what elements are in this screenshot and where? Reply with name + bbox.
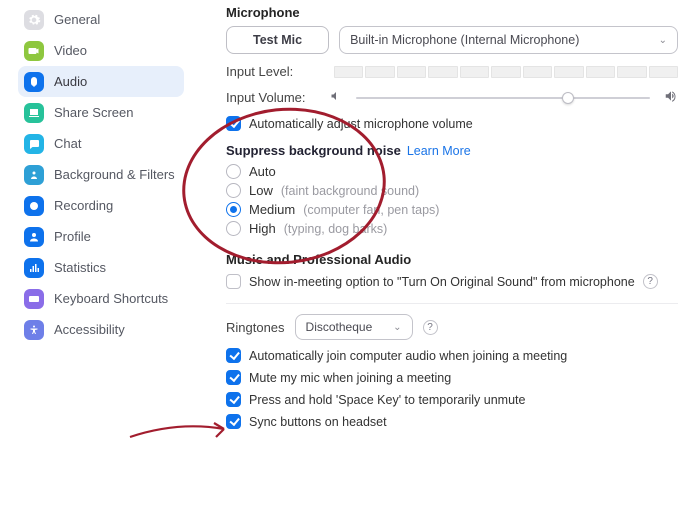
original-sound-checkbox[interactable] — [226, 274, 241, 289]
speaker-high-icon — [664, 89, 678, 106]
sidebar-item-label: Statistics — [54, 260, 106, 275]
noise-option-hint: (computer fan, pen taps) — [303, 203, 439, 217]
noise-option-label: Medium — [249, 202, 295, 217]
input-volume-label: Input Volume: — [226, 90, 316, 105]
ringtones-select[interactable]: Discotheque ⌄ — [295, 314, 413, 340]
audio-option-checkbox-2[interactable] — [226, 392, 241, 407]
noise-option-auto[interactable]: Auto — [226, 164, 678, 179]
noise-option-hint: (typing, dog barks) — [284, 222, 388, 236]
share-icon — [24, 103, 44, 123]
noise-option-high[interactable]: High (typing, dog barks) — [226, 221, 678, 236]
sidebar-item-label: Accessibility — [54, 322, 125, 337]
original-sound-label: Show in-meeting option to "Turn On Origi… — [249, 275, 635, 289]
noise-option-label: Low — [249, 183, 273, 198]
sidebar-item-label: Chat — [54, 136, 81, 151]
sidebar-item-audio[interactable]: Audio — [18, 66, 184, 97]
sidebar-item-label: Profile — [54, 229, 91, 244]
sidebar-item-label: Recording — [54, 198, 113, 213]
sidebar-item-statistics[interactable]: Statistics — [18, 252, 184, 283]
sidebar-item-accessibility[interactable]: Accessibility — [18, 314, 184, 345]
input-volume-slider[interactable] — [356, 97, 650, 99]
stats-icon — [24, 258, 44, 278]
radio[interactable] — [226, 183, 241, 198]
audio-settings-panel: Microphone Test Mic Built-in Microphone … — [196, 0, 700, 516]
chevron-down-icon: ⌄ — [659, 35, 667, 46]
sidebar-item-background-filters[interactable]: Background & Filters — [18, 159, 184, 190]
bg-icon — [24, 165, 44, 185]
sidebar-item-general[interactable]: General — [18, 4, 184, 35]
noise-option-hint: (faint background sound) — [281, 184, 419, 198]
sidebar-item-profile[interactable]: Profile — [18, 221, 184, 252]
sidebar-item-label: Video — [54, 43, 87, 58]
audio-option-row: Press and hold 'Space Key' to temporaril… — [226, 392, 678, 407]
help-icon[interactable]: ? — [423, 320, 438, 335]
sidebar-item-share-screen[interactable]: Share Screen — [18, 97, 184, 128]
ringtones-value: Discotheque — [306, 320, 373, 334]
audio-option-checkbox-1[interactable] — [226, 370, 241, 385]
suppress-noise-learn-more-link[interactable]: Learn More — [407, 144, 471, 158]
auto-adjust-mic-label: Automatically adjust microphone volume — [249, 117, 473, 131]
audio-option-checkbox-0[interactable] — [226, 348, 241, 363]
sidebar-item-label: Audio — [54, 74, 87, 89]
microphone-device-value: Built-in Microphone (Internal Microphone… — [350, 33, 579, 47]
sidebar-item-video[interactable]: Video — [18, 35, 184, 66]
video-icon — [24, 41, 44, 61]
noise-option-label: High — [249, 221, 276, 236]
rec-icon — [24, 196, 44, 216]
microphone-device-select[interactable]: Built-in Microphone (Internal Microphone… — [339, 26, 678, 54]
audio-option-label: Press and hold 'Space Key' to temporaril… — [249, 393, 525, 407]
audio-option-row: Automatically join computer audio when j… — [226, 348, 678, 363]
gear-icon — [24, 10, 44, 30]
divider — [226, 303, 678, 304]
audio-option-row: Sync buttons on headset — [226, 414, 678, 429]
audio-option-checkbox-3[interactable] — [226, 414, 241, 429]
audio-option-label: Automatically join computer audio when j… — [249, 349, 567, 363]
keys-icon — [24, 289, 44, 309]
access-icon — [24, 320, 44, 340]
test-mic-button[interactable]: Test Mic — [226, 26, 329, 54]
audio-option-label: Mute my mic when joining a meeting — [249, 371, 451, 385]
chevron-down-icon: ⌄ — [393, 322, 401, 333]
sidebar-item-label: General — [54, 12, 100, 27]
input-level-label: Input Level: — [226, 64, 316, 79]
settings-sidebar: General Video Audio Share Screen Chat Backgro… — [0, 0, 196, 516]
chat-icon — [24, 134, 44, 154]
noise-option-label: Auto — [249, 164, 276, 179]
input-level-meter — [334, 66, 678, 78]
audio-icon — [24, 72, 44, 92]
sidebar-item-label: Keyboard Shortcuts — [54, 291, 168, 306]
help-icon[interactable]: ? — [643, 274, 658, 289]
music-audio-title: Music and Professional Audio — [226, 252, 678, 267]
radio[interactable] — [226, 221, 241, 236]
suppress-noise-title: Suppress background noise — [226, 143, 401, 158]
sidebar-item-chat[interactable]: Chat — [18, 128, 184, 159]
auto-adjust-mic-checkbox[interactable] — [226, 116, 241, 131]
speaker-low-icon — [330, 90, 342, 105]
noise-option-low[interactable]: Low (faint background sound) — [226, 183, 678, 198]
ringtones-label: Ringtones — [226, 320, 285, 335]
audio-option-row: Mute my mic when joining a meeting — [226, 370, 678, 385]
slider-thumb[interactable] — [562, 92, 574, 104]
profile-icon — [24, 227, 44, 247]
radio[interactable] — [226, 164, 241, 179]
sidebar-item-recording[interactable]: Recording — [18, 190, 184, 221]
sidebar-item-keyboard-shortcuts[interactable]: Keyboard Shortcuts — [18, 283, 184, 314]
microphone-section-title: Microphone — [226, 5, 678, 20]
noise-option-medium[interactable]: Medium (computer fan, pen taps) — [226, 202, 678, 217]
sidebar-item-label: Share Screen — [54, 105, 134, 120]
radio[interactable] — [226, 202, 241, 217]
audio-option-label: Sync buttons on headset — [249, 415, 387, 429]
sidebar-item-label: Background & Filters — [54, 167, 175, 182]
